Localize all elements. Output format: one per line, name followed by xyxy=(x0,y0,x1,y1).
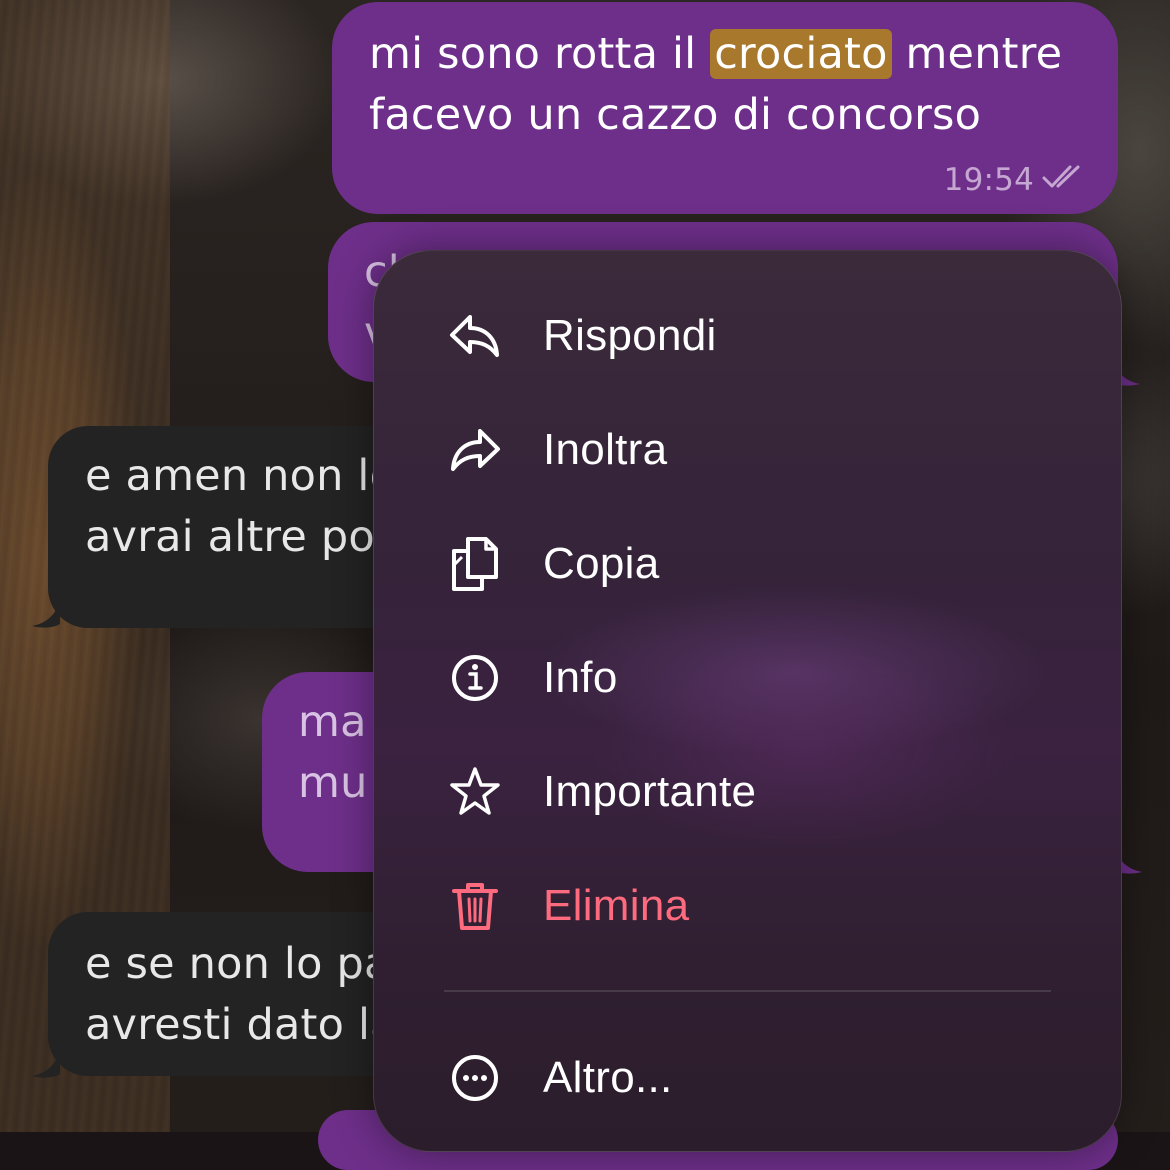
menu-item-altro[interactable]: Altro... xyxy=(374,1033,1121,1123)
reply-icon xyxy=(448,309,502,363)
message-text-line2: facevo un cazzo di concorso xyxy=(369,90,982,140)
menu-item-label: Inoltra xyxy=(543,425,668,474)
menu-item-label: Rispondi xyxy=(543,311,717,360)
message-context-menu: Rispondi Inoltra Copia Info Importante E… xyxy=(373,250,1122,1152)
message-meta: 19:54 xyxy=(944,160,1084,200)
menu-item-elimina[interactable]: Elimina xyxy=(374,861,1121,951)
menu-item-importante[interactable]: Importante xyxy=(374,747,1121,837)
message-text: mi sono rotta il crociato mentre xyxy=(369,29,1063,79)
message-bubble-outgoing[interactable]: mi sono rotta il crociato mentre facevo … xyxy=(332,2,1118,214)
search-highlight: crociato xyxy=(710,29,892,79)
menu-divider xyxy=(444,990,1051,992)
menu-item-rispondi[interactable]: Rispondi xyxy=(374,291,1121,381)
menu-item-label: Elimina xyxy=(543,881,690,930)
more-icon xyxy=(448,1051,502,1105)
menu-item-info[interactable]: Info xyxy=(374,633,1121,723)
star-icon xyxy=(448,765,502,819)
menu-item-copia[interactable]: Copia xyxy=(374,519,1121,609)
menu-item-label: Copia xyxy=(543,539,660,588)
message-time: 19:54 xyxy=(943,162,1034,198)
bubble-tail xyxy=(32,1050,60,1078)
menu-item-label: Altro... xyxy=(543,1053,673,1102)
info-icon xyxy=(448,651,502,705)
copy-icon xyxy=(448,537,502,591)
bubble-tail xyxy=(32,600,60,628)
menu-item-label: Importante xyxy=(543,767,757,816)
menu-item-label: Info xyxy=(543,653,618,702)
double-check-icon xyxy=(1042,160,1084,200)
forward-icon xyxy=(448,423,502,477)
trash-icon xyxy=(448,879,502,933)
menu-item-inoltra[interactable]: Inoltra xyxy=(374,405,1121,495)
